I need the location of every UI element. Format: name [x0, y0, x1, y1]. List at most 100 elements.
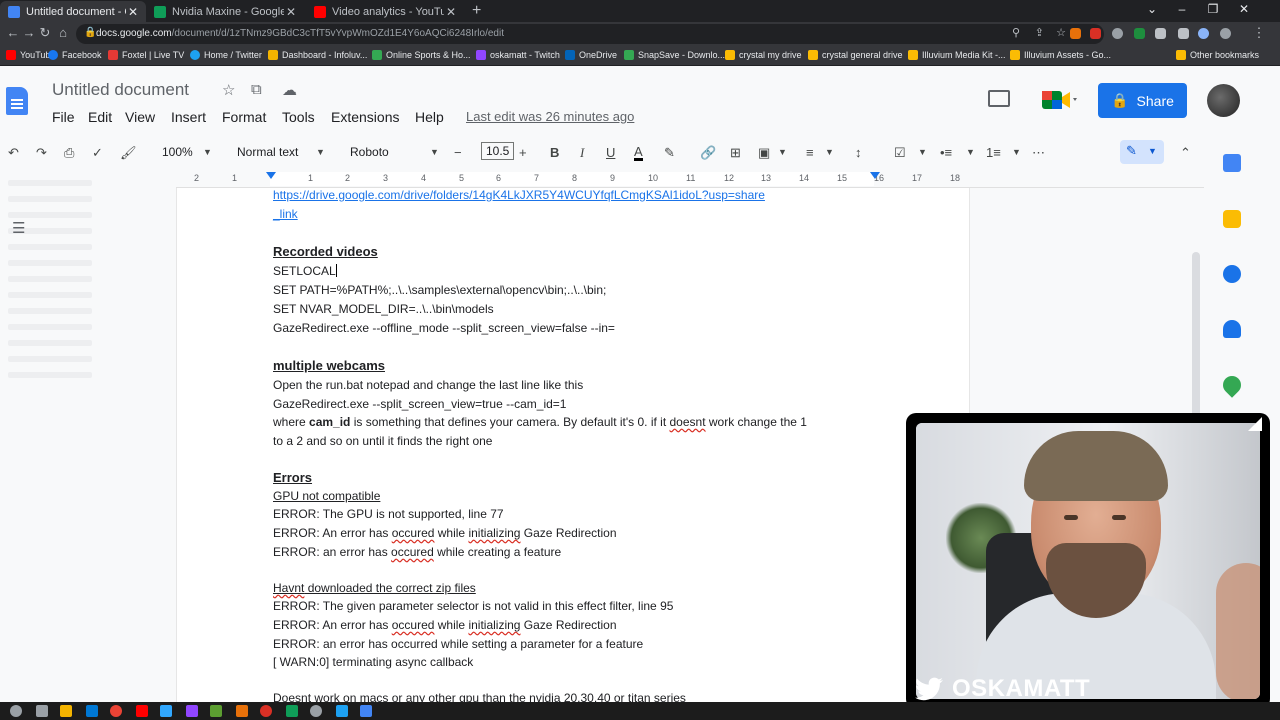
- extension-icon[interactable]: [1090, 28, 1101, 39]
- underline-icon[interactable]: U: [606, 145, 615, 160]
- home-icon[interactable]: ⌂: [54, 25, 72, 40]
- bookmark-item[interactable]: OneDrive: [565, 50, 617, 60]
- style-select[interactable]: Normal text: [237, 145, 298, 159]
- app-icon[interactable]: [210, 705, 222, 717]
- outline-icon[interactable]: ☰: [12, 219, 34, 237]
- extensions-puzzle-icon[interactable]: [1155, 28, 1166, 39]
- close-tab-icon[interactable]: ✕: [444, 5, 458, 19]
- insert-image-icon[interactable]: ▣: [758, 145, 770, 161]
- address-bar[interactable]: 🔒 docs.google.com/document/d/1zTNmz9GBdC…: [76, 24, 1104, 44]
- keep-icon[interactable]: [1223, 210, 1241, 228]
- calendar-icon[interactable]: [1223, 154, 1241, 172]
- bold-icon[interactable]: B: [550, 145, 559, 160]
- tab-search-icon[interactable]: ⌄: [1138, 2, 1166, 16]
- menu-edit[interactable]: Edit: [88, 109, 112, 125]
- right-indent-marker[interactable]: [870, 172, 880, 179]
- bookmark-item[interactable]: oskamatt - Twitch: [476, 50, 560, 60]
- line-spacing-icon[interactable]: ↕: [855, 145, 862, 160]
- other-bookmarks[interactable]: Other bookmarks: [1176, 50, 1259, 60]
- share-button[interactable]: 🔒 Share: [1098, 83, 1187, 118]
- restore-icon[interactable]: ❐: [1199, 2, 1227, 16]
- app-icon[interactable]: [286, 705, 298, 717]
- menu-extensions[interactable]: Extensions: [331, 109, 399, 125]
- more-options-icon[interactable]: ⋯: [1032, 145, 1045, 161]
- zoom-lens-icon[interactable]: ⚲: [1012, 26, 1020, 39]
- app-icon[interactable]: [236, 705, 248, 717]
- contacts-icon[interactable]: [1223, 320, 1241, 338]
- bookmark-item[interactable]: Online Sports & Ho...: [372, 50, 471, 60]
- text-color-icon[interactable]: A: [634, 145, 643, 161]
- bookmark-item[interactable]: Dashboard - Infoluv...: [268, 50, 367, 60]
- bookmark-item[interactable]: crystal my drive: [725, 50, 802, 60]
- highlight-icon[interactable]: ✎: [664, 145, 675, 161]
- profile-avatar-icon[interactable]: [1198, 28, 1209, 39]
- minimize-icon[interactable]: –: [1168, 2, 1196, 16]
- font-select[interactable]: Roboto: [350, 145, 389, 159]
- numbered-list-icon[interactable]: 1≡: [986, 145, 1001, 160]
- close-tab-icon[interactable]: ✕: [126, 5, 140, 19]
- app-icon[interactable]: [136, 705, 148, 717]
- spellcheck-icon[interactable]: ✓: [92, 145, 103, 161]
- menu-insert[interactable]: Insert: [171, 109, 206, 125]
- bookmark-item[interactable]: SnapSave - Downlo...: [624, 50, 725, 60]
- task-view-icon[interactable]: [36, 705, 48, 717]
- tab-google-drive[interactable]: Nvidia Maxine - Google Drive ✕: [146, 1, 304, 22]
- twitch-icon[interactable]: [186, 705, 198, 717]
- extension-icon[interactable]: [1134, 28, 1145, 39]
- increase-font-size-icon[interactable]: +: [519, 145, 527, 160]
- bookmark-item[interactable]: Foxtel | Live TV: [108, 50, 184, 60]
- bookmark-item[interactable]: Illuvium Assets - Go...: [1010, 50, 1111, 60]
- bulleted-list-icon[interactable]: •≡: [940, 145, 952, 160]
- print-icon[interactable]: ⎙: [64, 145, 74, 161]
- star-icon[interactable]: ☆: [222, 81, 235, 99]
- file-explorer-icon[interactable]: [60, 705, 72, 717]
- collapse-menus-icon[interactable]: ⌃: [1180, 145, 1191, 161]
- bookmark-item[interactable]: Facebook: [48, 50, 102, 60]
- account-avatar[interactable]: [1207, 84, 1240, 117]
- drive-link[interactable]: https://drive.google.com/drive/folders/1…: [273, 188, 765, 202]
- google-docs-logo-icon[interactable]: [6, 87, 28, 115]
- menu-tools[interactable]: Tools: [282, 109, 315, 125]
- insert-link-icon[interactable]: 🔗: [700, 145, 716, 161]
- bookmark-item[interactable]: Illuvium Media Kit -...: [908, 50, 1006, 60]
- extension-icon[interactable]: [1112, 28, 1123, 39]
- menu-view[interactable]: View: [125, 109, 155, 125]
- profile-icon[interactable]: [1220, 28, 1231, 39]
- browser-menu-icon[interactable]: ⋮: [1250, 25, 1268, 41]
- align-icon[interactable]: ≡: [806, 145, 814, 160]
- checklist-icon[interactable]: ☑: [894, 145, 906, 161]
- last-edit-link[interactable]: Last edit was 26 minutes ago: [466, 109, 634, 124]
- bookmark-item[interactable]: crystal general drive: [808, 50, 903, 60]
- obs-icon[interactable]: [260, 705, 272, 717]
- share-page-icon[interactable]: ⇪: [1035, 26, 1044, 39]
- app-icon[interactable]: [310, 705, 322, 717]
- app-icon[interactable]: [336, 705, 348, 717]
- italic-icon[interactable]: I: [580, 145, 584, 161]
- editing-mode-button[interactable]: ✎ ▼: [1120, 140, 1164, 164]
- decrease-font-size-icon[interactable]: −: [454, 145, 462, 160]
- search-icon[interactable]: [10, 705, 22, 717]
- menu-help[interactable]: Help: [415, 109, 444, 125]
- close-tab-icon[interactable]: ✕: [284, 5, 298, 19]
- comment-history-icon[interactable]: [988, 90, 1010, 107]
- paint-format-icon[interactable]: 🖌: [120, 145, 137, 161]
- bookmark-star-icon[interactable]: ☆: [1056, 26, 1066, 39]
- tasks-icon[interactable]: [1223, 265, 1241, 283]
- tab-youtube-studio[interactable]: Video analytics - YouTube Studio ✕: [306, 1, 464, 22]
- left-indent-marker[interactable]: [266, 172, 276, 179]
- cloud-saved-icon[interactable]: ☁: [282, 81, 297, 99]
- ruler[interactable]: 2 1 1 2 3 4 5 6 7 8 9 10 11 12 13 14 15 16 17 18: [176, 170, 1204, 188]
- app-icon[interactable]: [360, 705, 372, 717]
- sidebar-toggle-icon[interactable]: [1178, 28, 1189, 39]
- document-title[interactable]: Untitled document: [52, 80, 189, 100]
- menu-file[interactable]: File: [52, 109, 75, 125]
- extension-icon[interactable]: [1070, 28, 1081, 39]
- maps-icon[interactable]: [1219, 372, 1245, 398]
- tab-google-docs[interactable]: Untitled document - Google Doc ✕: [0, 1, 146, 22]
- menu-format[interactable]: Format: [222, 109, 266, 125]
- new-tab-button[interactable]: +: [472, 2, 481, 20]
- bookmark-item[interactable]: Home / Twitter: [190, 50, 262, 60]
- drive-link-continuation[interactable]: _link: [273, 207, 298, 221]
- document-page[interactable]: https://drive.google.com/drive/folders/1…: [176, 188, 970, 720]
- chrome-icon[interactable]: [110, 705, 122, 717]
